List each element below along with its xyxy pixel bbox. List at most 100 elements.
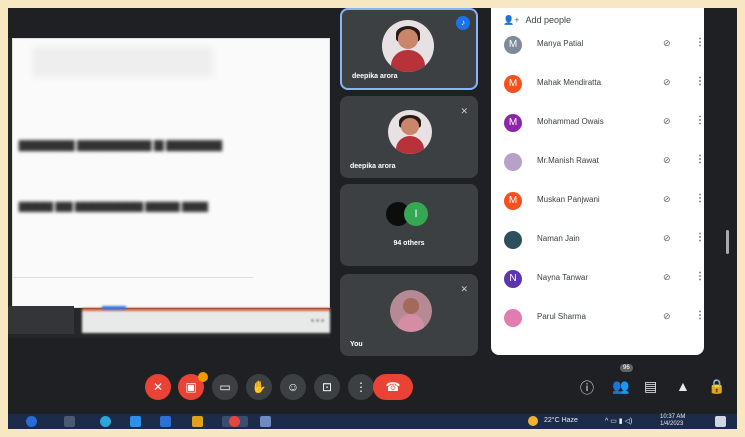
more-options-icon[interactable]: ⋮ xyxy=(695,76,704,87)
others-tile[interactable]: I 94 others xyxy=(340,184,478,266)
mic-off-icon: ⊘ xyxy=(663,272,671,282)
participant-avatar xyxy=(504,153,522,171)
others-count-label: 94 others xyxy=(393,240,425,247)
mic-off-icon: ⊘ xyxy=(663,155,671,165)
clock[interactable]: 10:37 AM 1/4/2023 xyxy=(660,414,685,428)
add-people-button[interactable]: 👤+ Add people xyxy=(503,15,571,26)
meeting-info-icon[interactable]: ⓘ xyxy=(580,378,594,398)
participant-name: Mr.Manish Rawat xyxy=(537,156,599,165)
windows-taskbar: 22°C Haze ^ ▭ ▮ ◁) 10:37 AM 1/4/2023 xyxy=(8,414,737,429)
avatar xyxy=(388,110,432,154)
emoji-button[interactable]: ☺ xyxy=(280,374,306,400)
participant-avatar: N xyxy=(504,270,522,288)
participant-name: Parul Sharma xyxy=(537,312,586,321)
app-icon[interactable] xyxy=(260,416,271,427)
mic-off-icon: ⊘ xyxy=(663,311,671,321)
file-explorer-icon[interactable] xyxy=(192,416,203,427)
time: 10:37 AM xyxy=(660,414,686,420)
chrome-icon xyxy=(229,416,240,427)
mic-toggle-button[interactable]: ✕ xyxy=(145,374,171,400)
participant-tile-2[interactable]: ✕ deepika arora xyxy=(340,96,478,178)
panel-scrollbar[interactable] xyxy=(726,230,729,254)
host-controls-icon[interactable]: 🔒 xyxy=(708,378,725,395)
store-icon[interactable] xyxy=(130,416,141,427)
participant-name: deepika arora xyxy=(350,163,396,170)
people-list-item[interactable]: M Muskan Panjwani ⊘ ⋮ xyxy=(491,182,704,220)
participant-name: Naman Jain xyxy=(537,234,580,243)
participant-avatar: M xyxy=(504,36,522,54)
shared-screen-tray: ▪ ▪ ▪ xyxy=(311,316,324,325)
more-options-icon[interactable]: ⋮ xyxy=(695,271,704,282)
captions-button[interactable]: ▭ xyxy=(212,374,238,400)
activities-icon[interactable]: ▲ xyxy=(676,378,690,394)
participant-avatar xyxy=(504,231,522,249)
more-options-icon[interactable]: ⋮ xyxy=(695,310,704,321)
add-person-icon: 👤+ xyxy=(503,15,520,25)
avatar-body xyxy=(395,135,425,154)
chat-icon[interactable]: ▤ xyxy=(644,378,657,395)
mic-off-icon: ⊘ xyxy=(663,194,671,204)
notification-badge xyxy=(198,372,208,382)
task-view-icon[interactable] xyxy=(64,416,75,427)
shared-screen-taskbar: ▪ ▪ ▪ xyxy=(82,306,330,333)
leave-call-button[interactable]: ☎ xyxy=(373,374,413,400)
people-icon[interactable]: 👥 xyxy=(612,378,629,395)
system-tray-icons[interactable]: ^ ▭ ▮ ◁) xyxy=(605,417,632,425)
add-people-label: Add people xyxy=(525,15,572,25)
avatar-body xyxy=(391,50,425,72)
people-panel: 👤+ Add people M Manya Patial ⊘ ⋮ M Mahak Mendi… xyxy=(491,8,704,355)
date: 1/4/2023 xyxy=(660,421,684,427)
self-tile[interactable]: ✕ You xyxy=(340,274,478,356)
more-options-button[interactable]: ⋮ xyxy=(348,374,374,400)
avatar-face xyxy=(402,297,420,314)
people-list-item[interactable]: Mr.Manish Rawat ⊘ ⋮ xyxy=(491,143,704,181)
more-options-icon[interactable]: ⋮ xyxy=(695,115,704,126)
participant-name: Muskan Panjwani xyxy=(537,195,600,204)
people-list-item[interactable]: M Mahak Mendiratta ⊘ ⋮ xyxy=(491,65,704,103)
participant-name: Nayna Tanwar xyxy=(537,273,588,282)
avatar-body xyxy=(397,314,425,332)
mic-off-icon: ⊘ xyxy=(663,38,671,48)
weather-text[interactable]: 22°C Haze xyxy=(544,417,578,424)
more-options-icon[interactable]: ⋮ xyxy=(695,232,704,243)
mic-off-icon: ✕ xyxy=(460,106,468,116)
slide-divider xyxy=(13,277,253,278)
more-options-icon[interactable]: ⋮ xyxy=(695,37,704,48)
slide-text-line-2: ▆▆▆▆ ▆▆ ▆▆▆▆▆▆▆▆ ▆▆▆▆ ▆▆▆ xyxy=(19,200,208,212)
mic-off-icon: ⊘ xyxy=(663,233,671,243)
notifications-icon[interactable] xyxy=(715,416,726,427)
participant-name: deepika arora xyxy=(352,73,398,80)
participant-avatar xyxy=(504,309,522,327)
people-list-item[interactable]: N Nayna Tanwar ⊘ ⋮ xyxy=(491,260,704,298)
avatar-face xyxy=(397,29,419,50)
participant-tile-1[interactable]: ♪ deepika arora xyxy=(340,8,478,90)
mic-off-icon: ⊘ xyxy=(663,77,671,87)
start-icon[interactable] xyxy=(26,416,37,427)
mic-off-icon: ⊘ xyxy=(663,116,671,126)
weather-icon xyxy=(528,416,538,426)
slide-header-blur xyxy=(33,47,213,77)
presentation-area: ▆▆▆▆▆▆ ▆▆▆▆▆▆▆▆ ▆ ▆▆▆▆▆▆ ▆▆▆▆ ▆▆ ▆▆▆▆▆▆▆… xyxy=(8,38,330,338)
participant-name: Mohammad Owais xyxy=(537,117,604,126)
participant-avatar: M xyxy=(504,192,522,210)
participant-name: Manya Patial xyxy=(537,39,584,48)
presenter-strip xyxy=(8,306,74,334)
edge-icon[interactable] xyxy=(100,416,111,427)
present-button[interactable]: ⊡ xyxy=(314,374,340,400)
active-tab-indicator xyxy=(102,306,126,310)
speaking-icon: ♪ xyxy=(456,16,470,30)
mic-off-icon: ✕ xyxy=(460,284,468,294)
shared-slide: ▆▆▆▆▆▆ ▆▆▆▆▆▆▆▆ ▆ ▆▆▆▆▆▆ ▆▆▆▆ ▆▆ ▆▆▆▆▆▆▆… xyxy=(12,38,330,308)
people-list-item[interactable]: M Mohammad Owais ⊘ ⋮ xyxy=(491,104,704,142)
participant-avatar: M xyxy=(504,114,522,132)
mail-icon[interactable] xyxy=(160,416,171,427)
more-options-icon[interactable]: ⋮ xyxy=(695,154,704,165)
raise-hand-button[interactable]: ✋ xyxy=(246,374,272,400)
more-options-icon[interactable]: ⋮ xyxy=(695,193,704,204)
people-list-item[interactable]: Parul Sharma ⊘ ⋮ xyxy=(491,299,704,337)
people-list-item[interactable]: Naman Jain ⊘ ⋮ xyxy=(491,221,704,259)
slide-text-line-1: ▆▆▆▆▆▆ ▆▆▆▆▆▆▆▆ ▆ ▆▆▆▆▆▆ xyxy=(19,137,222,151)
self-name: You xyxy=(350,341,363,348)
people-list-item[interactable]: M Manya Patial ⊘ ⋮ xyxy=(491,26,704,64)
chrome-taskbar-button[interactable] xyxy=(222,416,248,427)
